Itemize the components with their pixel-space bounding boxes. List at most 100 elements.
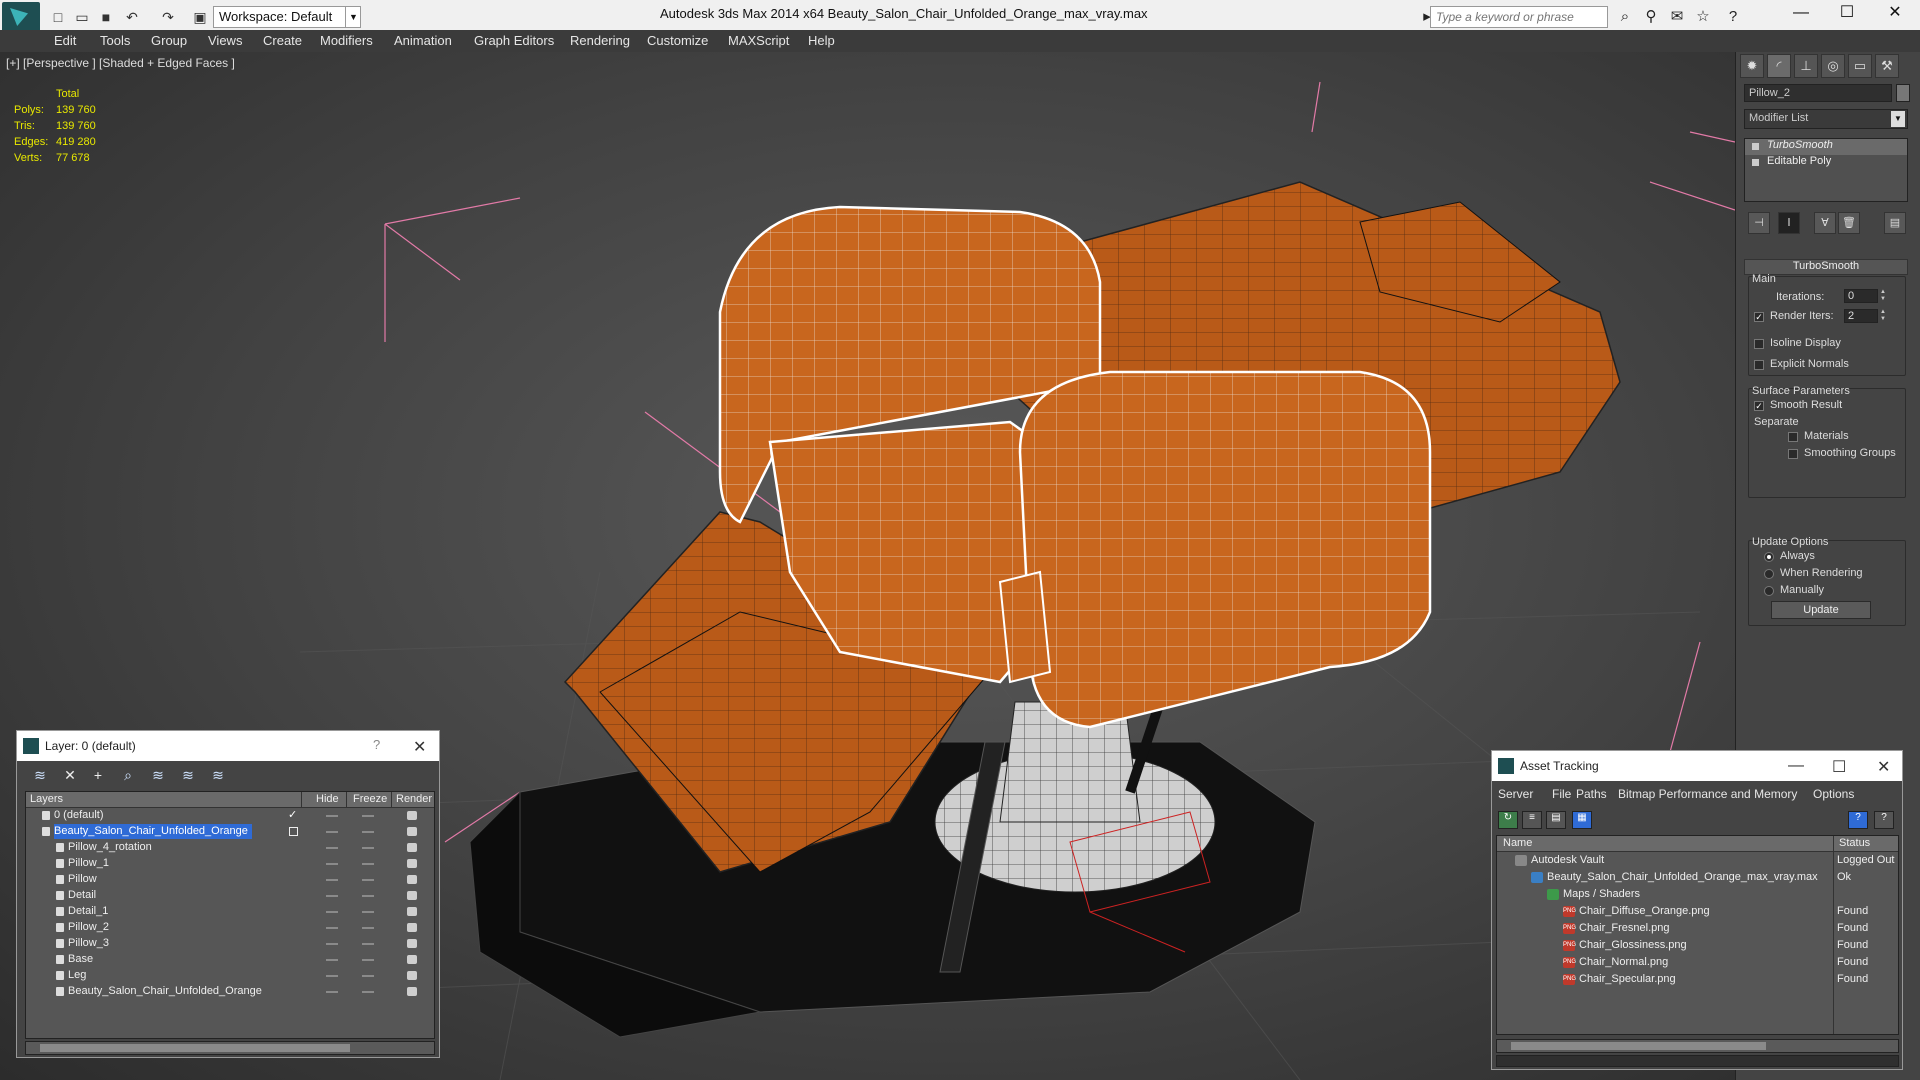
layer-row[interactable]: Detail (26, 888, 434, 904)
chevron-down-icon[interactable]: ▼ (1891, 111, 1905, 127)
render-teapot-icon[interactable] (407, 891, 417, 900)
active-layer-check-icon[interactable]: ✓ (288, 808, 297, 821)
iterations-spinner[interactable]: 0 (1844, 289, 1878, 303)
layer-name[interactable]: Leg (68, 968, 90, 983)
search-input[interactable] (1430, 6, 1608, 28)
render-teapot-icon[interactable] (407, 843, 417, 852)
viewport-label[interactable]: [+] [Perspective ] [Shaded + Edged Faces… (6, 56, 235, 70)
stack-item-turbosmooth[interactable]: TurboSmooth (1745, 139, 1907, 155)
motion-tab-icon[interactable]: ◎ (1821, 54, 1845, 78)
hide-toggle[interactable] (326, 847, 338, 849)
asset-menu-file[interactable]: File (1552, 787, 1571, 801)
asset-menu-options[interactable]: Options (1813, 787, 1854, 801)
layer-row[interactable]: Pillow_4_rotation (26, 840, 434, 856)
explicit-normals-checkbox[interactable] (1754, 360, 1764, 370)
create-tab-icon[interactable]: ✹ (1740, 54, 1764, 78)
render-teapot-icon[interactable] (407, 907, 417, 916)
help-icon[interactable]: ? (1722, 6, 1744, 28)
display-tab-icon[interactable]: ▭ (1848, 54, 1872, 78)
column-render[interactable]: Render (396, 793, 432, 805)
column-freeze[interactable]: Freeze (353, 793, 387, 805)
menu-customize[interactable]: Customize (647, 33, 708, 48)
column-hide[interactable]: Hide (316, 793, 339, 805)
hide-all-icon[interactable]: ≋ (177, 767, 199, 787)
render-teapot-icon[interactable] (407, 811, 417, 820)
refresh-icon[interactable]: ↻ (1498, 811, 1518, 829)
freeze-toggle[interactable] (362, 911, 374, 913)
layer-row[interactable]: Beauty_Salon_Chair_Unfolded_Orange (26, 984, 434, 1000)
minimize-icon[interactable]: — (1788, 757, 1804, 775)
asset-row[interactable]: Autodesk Vault Logged Out (1497, 852, 1898, 869)
communication-icon[interactable]: ✉ (1666, 6, 1688, 28)
asset-menu-bitmap[interactable]: Bitmap Performance and Memory (1618, 787, 1797, 801)
menu-maxscript[interactable]: MAXScript (728, 33, 789, 48)
freeze-toggle[interactable] (362, 959, 374, 961)
set-active-icon[interactable] (289, 827, 298, 836)
menu-help[interactable]: Help (808, 33, 835, 48)
favorites-star-icon[interactable]: ☆ (1692, 6, 1714, 28)
create-layer-icon[interactable]: ≋ (29, 767, 51, 787)
render-teapot-icon[interactable] (407, 939, 417, 948)
freeze-toggle[interactable] (362, 943, 374, 945)
layer-name[interactable]: Base (68, 952, 97, 967)
object-color-swatch[interactable] (1896, 84, 1910, 102)
asset-row[interactable]: PNG Chair_Specular.png Found (1497, 971, 1898, 988)
smoothing-groups-checkbox[interactable] (1788, 449, 1798, 459)
layer-name[interactable]: Detail_1 (68, 904, 112, 919)
list-view-icon[interactable]: ≡ (1522, 811, 1542, 829)
asset-row[interactable]: PNG Chair_Fresnel.png Found (1497, 920, 1898, 937)
help-icon[interactable]: ? (373, 737, 380, 752)
hierarchy-tab-icon[interactable]: ⊥ (1794, 54, 1818, 78)
menu-tools[interactable]: Tools (100, 33, 130, 48)
render-teapot-icon[interactable] (407, 859, 417, 868)
utilities-tab-icon[interactable]: ⚒ (1875, 54, 1899, 78)
layer-dialog-titlebar[interactable]: Layer: 0 (default) ? ✕ (17, 731, 439, 761)
select-objects-icon[interactable]: ⌕ (117, 767, 139, 787)
layer-name[interactable]: Detail (68, 888, 100, 903)
modifier-list-dropdown[interactable]: Modifier List ▼ (1744, 109, 1908, 129)
render-teapot-icon[interactable] (407, 827, 417, 836)
layer-name[interactable]: Beauty_Salon_Chair_Unfolded_Orange (68, 984, 266, 999)
tree-view-icon[interactable]: ▤ (1546, 811, 1566, 829)
freeze-toggle[interactable] (362, 895, 374, 897)
delete-layer-icon[interactable]: ✕ (59, 767, 81, 787)
menu-modifiers[interactable]: Modifiers (320, 33, 373, 48)
hide-toggle[interactable] (326, 895, 338, 897)
menu-rendering[interactable]: Rendering (570, 33, 630, 48)
freeze-toggle[interactable] (362, 991, 374, 993)
freeze-toggle[interactable] (362, 815, 374, 817)
pin-stack-icon[interactable]: ⊣ (1748, 212, 1770, 234)
hide-toggle[interactable] (326, 911, 338, 913)
layer-row[interactable]: 0 (default) ✓ (26, 808, 434, 824)
freeze-toggle[interactable] (362, 847, 374, 849)
object-name-field[interactable]: Pillow_2 (1744, 84, 1892, 102)
chevron-down-icon[interactable]: ▼ (345, 6, 361, 28)
redo-icon[interactable]: ↷ (158, 7, 178, 27)
new-file-icon[interactable]: □ (48, 7, 68, 27)
smooth-result-checkbox[interactable]: ✓ (1754, 401, 1764, 411)
binoculars-icon[interactable]: ⌕ (1614, 6, 1636, 28)
when-rendering-radio[interactable] (1764, 569, 1774, 579)
save-file-icon[interactable]: ■ (96, 7, 116, 27)
render-teapot-icon[interactable] (407, 987, 417, 996)
layer-name[interactable]: Pillow_3 (68, 936, 113, 951)
layer-row[interactable]: Pillow_3 (26, 936, 434, 952)
menu-create[interactable]: Create (263, 33, 302, 48)
asset-menu-server[interactable]: Server (1498, 787, 1533, 801)
menu-edit[interactable]: Edit (54, 33, 76, 48)
layer-name[interactable]: Pillow_4_rotation (68, 840, 156, 855)
maximize-icon[interactable]: ☐ (1832, 757, 1846, 777)
close-icon[interactable]: ✕ (413, 737, 426, 757)
render-teapot-icon[interactable] (407, 971, 417, 980)
layer-row[interactable]: Pillow_2 (26, 920, 434, 936)
asset-row[interactable]: Beauty_Salon_Chair_Unfolded_Orange_max_v… (1497, 869, 1898, 886)
close-button[interactable]: ✕ (1872, 0, 1918, 30)
materials-checkbox[interactable] (1788, 432, 1798, 442)
open-file-icon[interactable]: ▭ (72, 7, 92, 27)
layer-row[interactable]: Leg (26, 968, 434, 984)
update-button[interactable]: Update (1771, 601, 1871, 619)
isoline-display-checkbox[interactable] (1754, 339, 1764, 349)
freeze-toggle[interactable] (362, 927, 374, 929)
horizontal-scrollbar[interactable] (25, 1041, 435, 1055)
menu-group[interactable]: Group (151, 33, 187, 48)
